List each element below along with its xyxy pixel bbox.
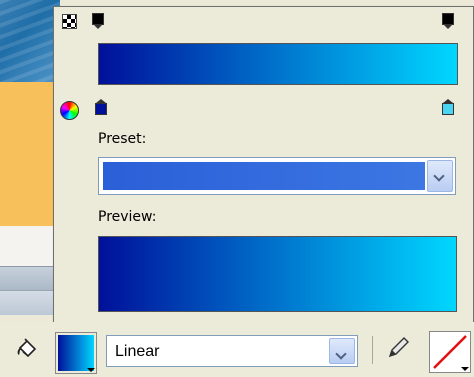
pencil-icon[interactable] bbox=[384, 334, 412, 362]
canvas-image-sky bbox=[0, 0, 60, 82]
color-wheel-icon[interactable] bbox=[60, 101, 79, 120]
opacity-stop-left[interactable] bbox=[92, 13, 104, 29]
canvas-bar-1 bbox=[0, 266, 60, 291]
gradient-preview bbox=[98, 236, 457, 312]
chevron-down-icon[interactable] bbox=[427, 160, 453, 192]
canvas-image-sand bbox=[0, 82, 60, 226]
preset-label: Preset: bbox=[98, 131, 147, 147]
gradient-editor-panel: Preset: Preview: bbox=[53, 6, 474, 324]
color-stop-left[interactable] bbox=[95, 99, 107, 115]
fill-color-swatch[interactable] bbox=[55, 332, 97, 374]
preset-selected-swatch bbox=[103, 162, 425, 190]
toolbar-divider bbox=[372, 336, 373, 364]
gradient-bar[interactable] bbox=[98, 43, 458, 85]
preview-label: Preview: bbox=[98, 209, 157, 225]
color-stop-right[interactable] bbox=[442, 99, 454, 115]
canvas-bar-2 bbox=[0, 290, 60, 315]
stroke-color-swatch[interactable] bbox=[429, 331, 471, 373]
canvas-blank-area bbox=[0, 226, 60, 266]
chevron-down-icon[interactable] bbox=[329, 338, 355, 364]
fill-type-value: Linear bbox=[115, 343, 160, 360]
fill-toolbar: Linear bbox=[0, 322, 474, 377]
paint-bucket-icon[interactable] bbox=[14, 336, 40, 362]
opacity-stop-right[interactable] bbox=[442, 13, 454, 29]
fill-type-dropdown[interactable]: Linear bbox=[106, 335, 358, 367]
transparency-icon[interactable] bbox=[62, 14, 77, 29]
preset-dropdown[interactable] bbox=[98, 157, 456, 195]
